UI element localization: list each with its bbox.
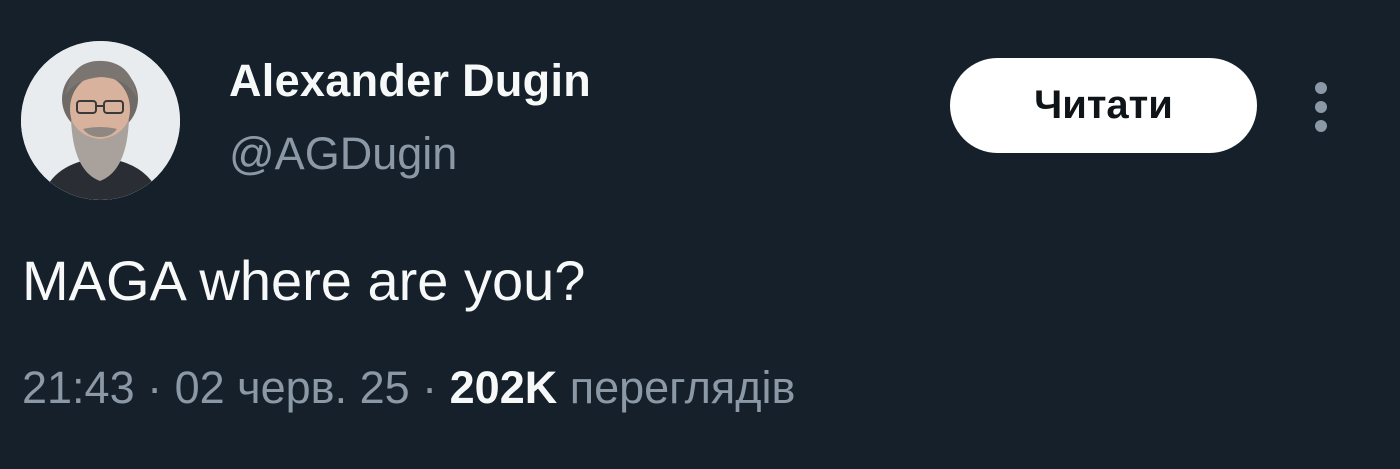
author-display-name[interactable]: Alexander Dugin	[229, 55, 591, 107]
meta-separator: ·	[134, 362, 175, 413]
avatar[interactable]	[21, 41, 180, 200]
more-vertical-icon[interactable]	[1306, 82, 1336, 132]
more-dot	[1315, 101, 1327, 113]
meta-separator: ·	[409, 362, 450, 413]
bearded-man-avatar-icon	[21, 41, 180, 200]
tweet-meta: 21:43 · 02 черв. 25 · 202K переглядів	[22, 362, 795, 414]
tweet-card: Alexander Dugin @AGDugin Читати MAGA whe…	[0, 0, 1400, 469]
views-count[interactable]: 202K	[450, 362, 558, 413]
tweet-text: MAGA where are you?	[22, 249, 586, 312]
more-dot	[1315, 82, 1327, 94]
tweet-date[interactable]: 02 черв. 25	[175, 362, 410, 413]
follow-button[interactable]: Читати	[950, 58, 1257, 153]
author-handle[interactable]: @AGDugin	[229, 128, 457, 180]
more-dot	[1315, 120, 1327, 132]
tweet-time[interactable]: 21:43	[22, 362, 135, 413]
views-label: переглядів	[557, 362, 796, 413]
